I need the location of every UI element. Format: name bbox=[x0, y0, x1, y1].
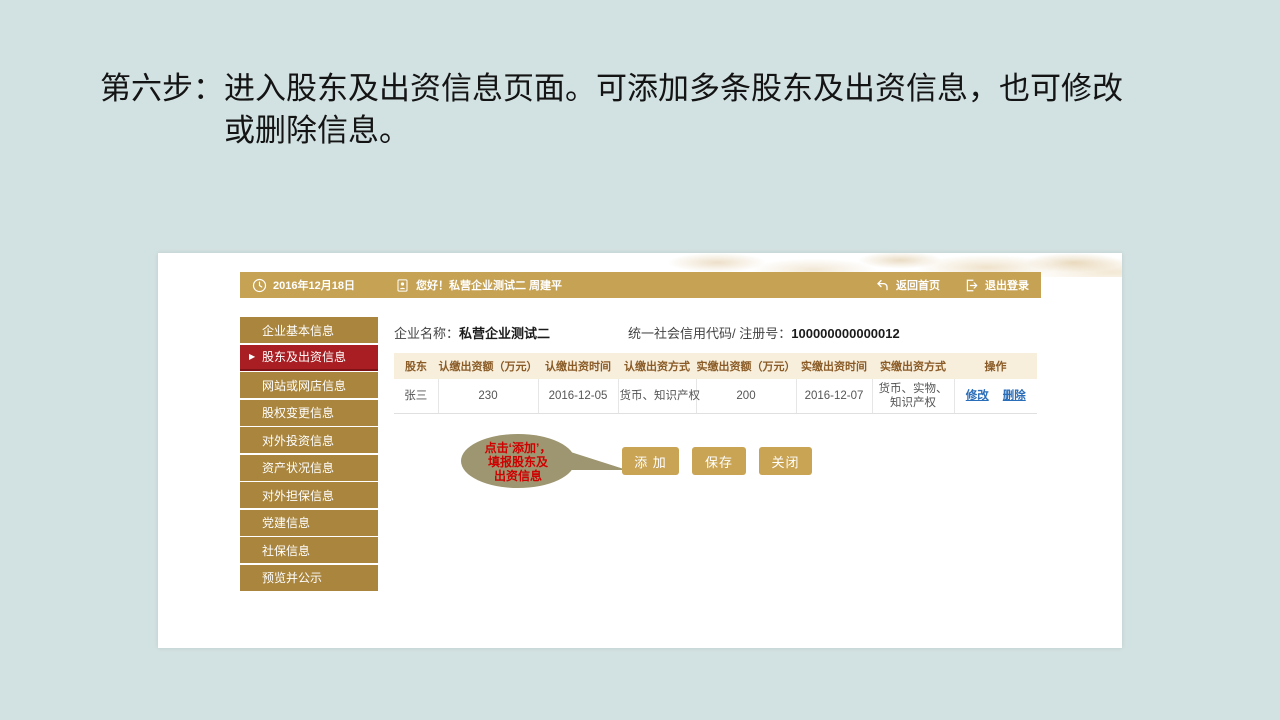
greeting-text: 您好！私营企业测试二 周建平 bbox=[416, 277, 562, 293]
date-text: 2016年12月18日 bbox=[273, 277, 355, 293]
close-button[interactable]: 关闭 bbox=[759, 447, 812, 475]
callout-line-1: 点击‘添加’， bbox=[468, 441, 568, 455]
callout-text: 点击‘添加’， 填报股东及 出资信息 bbox=[468, 441, 568, 483]
sidebar-item-equity-change[interactable]: 股权变更信息 bbox=[240, 400, 378, 426]
sidebar-item-party-building[interactable]: 党建信息 bbox=[240, 510, 378, 536]
header-subscribed-date: 认缴出资时间 bbox=[538, 353, 618, 379]
callout-bubble: 点击‘添加’， 填报股东及 出资信息 bbox=[460, 433, 635, 493]
step-label: 第六步： bbox=[100, 68, 224, 110]
sidebar: 企业基本信息 ▶股东及出资信息 网站或网店信息 股权变更信息 对外投资信息 资产… bbox=[240, 317, 378, 592]
sidebar-item-preview-publish[interactable]: 预览并公示 bbox=[240, 565, 378, 591]
header-subscribed-amount: 认缴出资额（万元） bbox=[438, 353, 538, 379]
back-home-button[interactable]: 返回首页 bbox=[875, 277, 940, 293]
topbar: 2016年12月18日 您好！私营企业测试二 周建平 返回首页 退出登录 bbox=[240, 272, 1041, 298]
sidebar-item-social-security[interactable]: 社保信息 bbox=[240, 537, 378, 563]
shareholder-table: 股东 认缴出资额（万元） 认缴出资时间 认缴出资方式 实缴出资额（万元） 实缴出… bbox=[394, 353, 1037, 414]
credit-code-value: 100000000000012 bbox=[791, 326, 899, 341]
logout-label: 退出登录 bbox=[985, 277, 1029, 293]
step-description: 进入股东及出资信息页面。可添加多条股东及出资信息，也可修改或删除信息。 bbox=[224, 68, 1129, 152]
delete-link[interactable]: 删除 bbox=[1003, 390, 1026, 402]
cell-paid-date: 2016-12-07 bbox=[796, 379, 872, 413]
callout-line-2: 填报股东及 bbox=[468, 455, 568, 469]
sidebar-item-guarantee[interactable]: 对外担保信息 bbox=[240, 482, 378, 508]
company-info-line: 企业名称：私营企业测试二 统一社会信用代码/ 注册号：10000000000001… bbox=[394, 323, 900, 342]
sidebar-item-basic-info[interactable]: 企业基本信息 bbox=[240, 317, 378, 343]
sidebar-item-assets[interactable]: 资产状况信息 bbox=[240, 455, 378, 481]
save-button[interactable]: 保存 bbox=[692, 447, 746, 475]
cell-subscribed-method: 货币、知识产权 bbox=[618, 379, 696, 413]
sidebar-item-website[interactable]: 网站或网店信息 bbox=[240, 372, 378, 398]
header-operations: 操作 bbox=[954, 353, 1037, 379]
logout-button[interactable]: 退出登录 bbox=[964, 277, 1029, 293]
cell-subscribed-amount: 230 bbox=[438, 379, 538, 413]
callout-line-3: 出资信息 bbox=[468, 469, 568, 483]
company-name-value: 私营企业测试二 bbox=[459, 326, 550, 341]
table-header-row: 股东 认缴出资额（万元） 认缴出资时间 认缴出资方式 实缴出资额（万元） 实缴出… bbox=[394, 353, 1037, 379]
cell-operations: 修改 删除 bbox=[954, 379, 1037, 413]
table-row: 张三 230 2016-12-05 货币、知识产权 200 2016-12-07… bbox=[394, 379, 1037, 413]
header-paid-method: 实缴出资方式 bbox=[872, 353, 954, 379]
company-name-label: 企业名称： bbox=[394, 326, 459, 341]
header-paid-amount: 实缴出资额（万元） bbox=[696, 353, 796, 379]
header-subscribed-method: 认缴出资方式 bbox=[618, 353, 696, 379]
header-shareholder: 股东 bbox=[394, 353, 438, 379]
caret-right-icon: ▶ bbox=[249, 353, 255, 361]
undo-arrow-icon bbox=[875, 278, 890, 293]
logout-icon bbox=[964, 278, 979, 293]
cell-shareholder: 张三 bbox=[394, 379, 438, 413]
cell-paid-method: 货币、实物、知识产权 bbox=[872, 379, 954, 413]
sidebar-item-shareholders[interactable]: ▶股东及出资信息 bbox=[240, 345, 378, 371]
credit-code-label: 统一社会信用代码/ 注册号： bbox=[628, 326, 791, 341]
app-screenshot-panel: 2016年12月18日 您好！私营企业测试二 周建平 返回首页 退出登录 企业基… bbox=[158, 253, 1122, 648]
add-button[interactable]: 添 加 bbox=[622, 447, 679, 475]
cell-paid-amount: 200 bbox=[696, 379, 796, 413]
slide-title: 第六步： 进入股东及出资信息页面。可添加多条股东及出资信息，也可修改或删除信息。 bbox=[100, 68, 1190, 152]
user-icon bbox=[395, 278, 410, 293]
clock-icon bbox=[252, 278, 267, 293]
edit-link[interactable]: 修改 bbox=[966, 390, 989, 402]
sidebar-item-outbound-investment[interactable]: 对外投资信息 bbox=[240, 427, 378, 453]
back-home-label: 返回首页 bbox=[896, 277, 940, 293]
cell-subscribed-date: 2016-12-05 bbox=[538, 379, 618, 413]
header-paid-date: 实缴出资时间 bbox=[796, 353, 872, 379]
